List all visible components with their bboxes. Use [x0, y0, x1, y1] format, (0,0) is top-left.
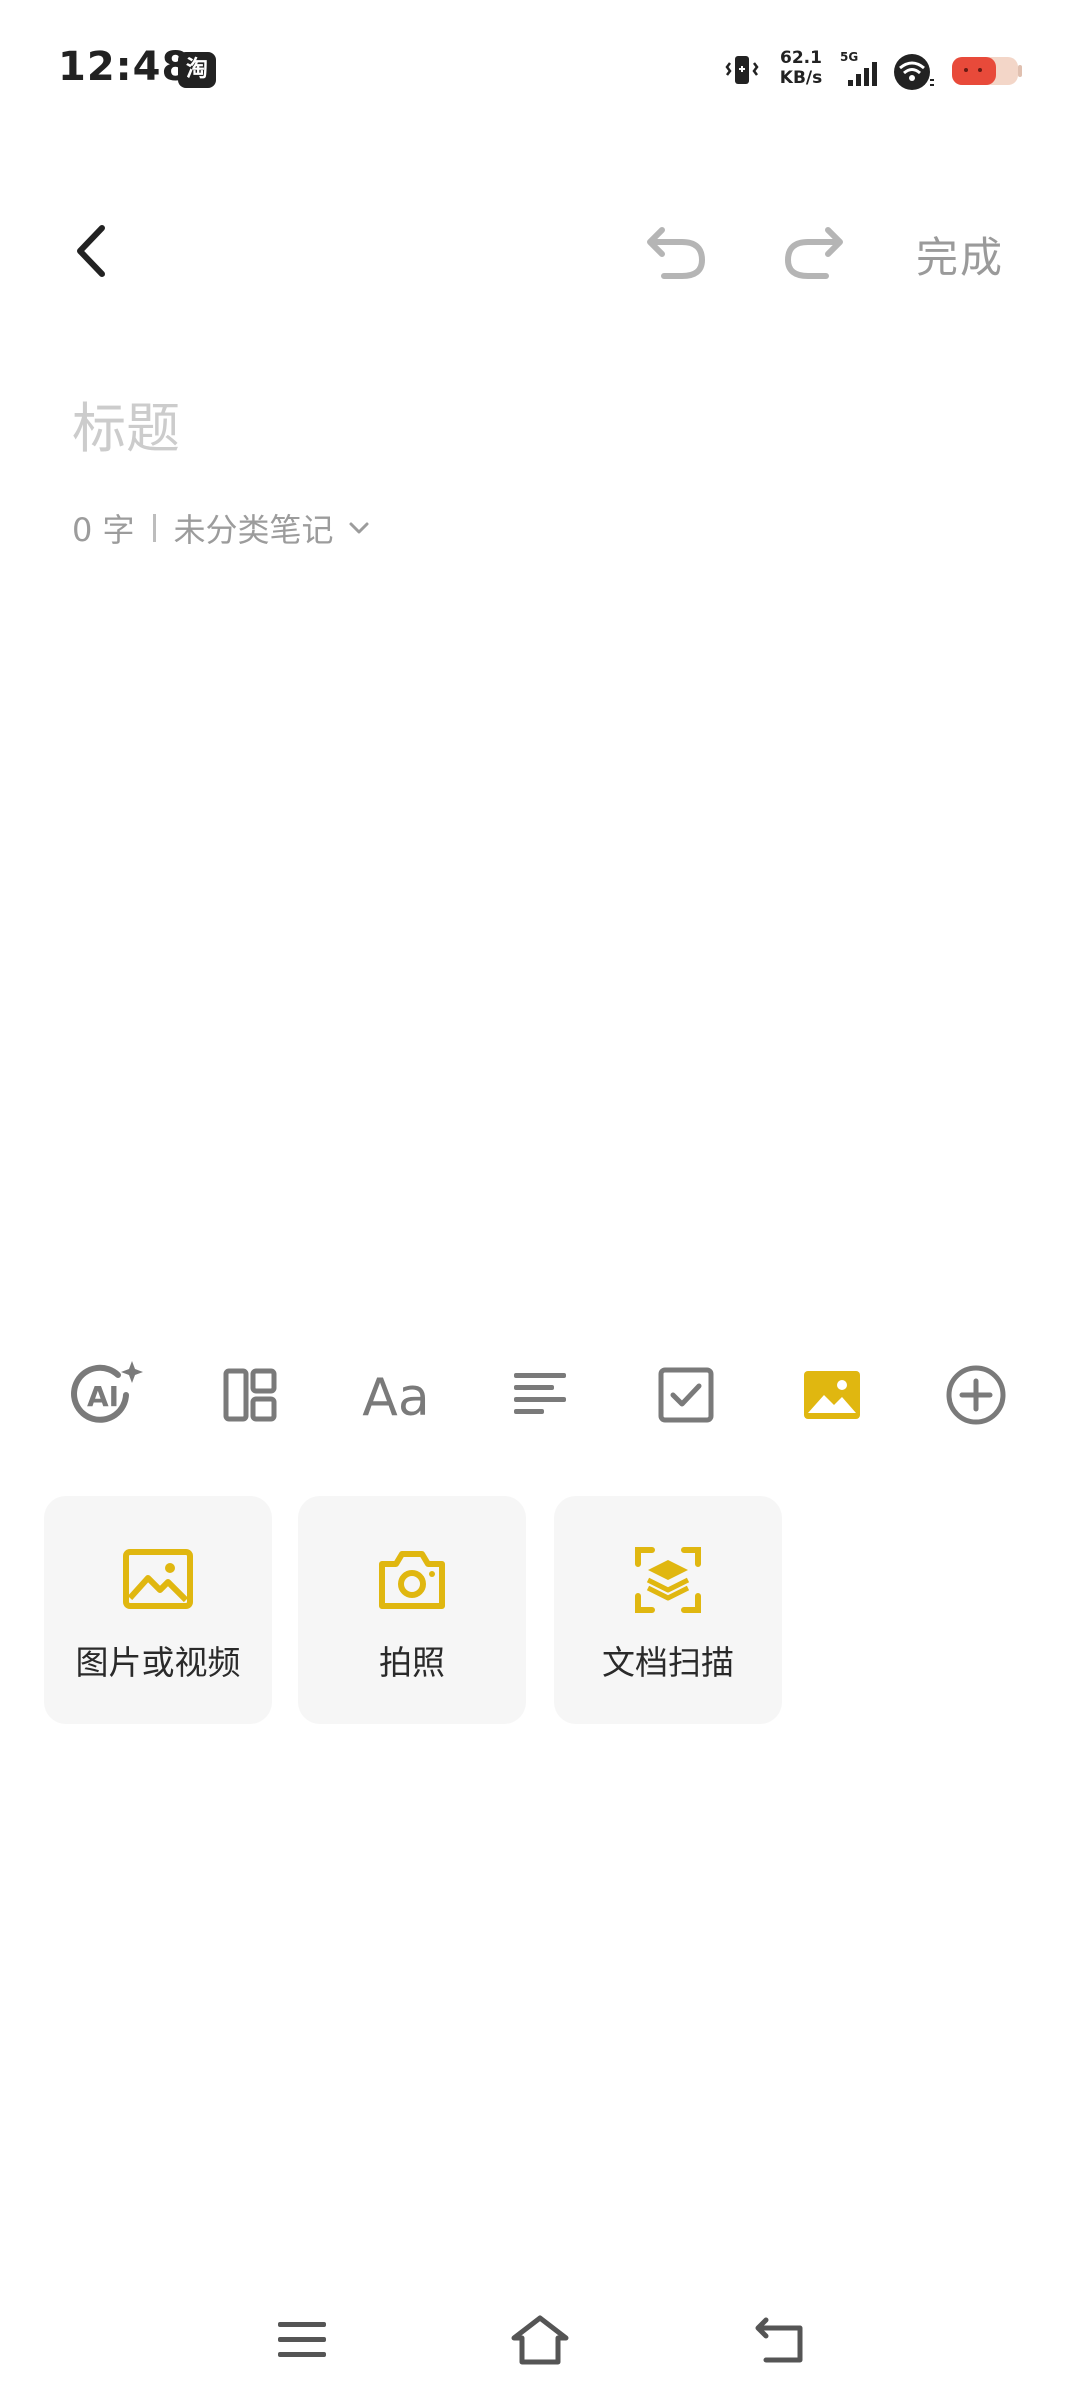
- svg-text:Aa: Aa: [362, 1368, 429, 1425]
- taobao-notification-icon: 淘: [178, 52, 216, 88]
- editor-toolbar: AI Aa: [0, 1350, 1080, 1440]
- insert-more-button[interactable]: [936, 1350, 1016, 1440]
- layout-grid-icon: [223, 1368, 277, 1422]
- note-meta-row: 0 字 未分类笔记: [72, 506, 372, 550]
- image-icon: [123, 1549, 193, 1609]
- media-option-label: 拍照: [379, 1643, 445, 1682]
- ai-sparkle-icon: AI: [71, 1361, 143, 1423]
- meta-divider: [152, 514, 156, 542]
- back-button[interactable]: [62, 216, 122, 286]
- insert-image-button[interactable]: [792, 1350, 872, 1440]
- back-nav-icon[interactable]: [750, 2308, 814, 2372]
- network-speed-unit: KB/s: [779, 68, 823, 88]
- battery-icon: [952, 57, 1022, 85]
- layout-template-button[interactable]: [210, 1350, 290, 1440]
- svg-text:AI: AI: [87, 1380, 119, 1413]
- media-option-image-video[interactable]: 图片或视频: [44, 1496, 272, 1724]
- media-option-document-scan[interactable]: 文档扫描: [554, 1496, 782, 1724]
- category-picker[interactable]: 未分类笔记: [174, 505, 372, 551]
- undo-button[interactable]: [640, 218, 712, 286]
- status-bar: 12:48 淘 62.1 KB/s 5G: [0, 0, 1080, 140]
- plus-circle-icon: [946, 1365, 1006, 1425]
- word-count: 0 字: [72, 511, 135, 549]
- network-type-label: 5G: [840, 50, 859, 64]
- checklist-button[interactable]: [646, 1350, 726, 1440]
- checkbox-icon: [658, 1367, 714, 1423]
- status-time: 12:48: [58, 44, 191, 90]
- align-left-icon: [514, 1373, 566, 1414]
- font-icon: Aa: [362, 1368, 429, 1425]
- vibrate-icon: [725, 56, 759, 84]
- redo-button[interactable]: [778, 218, 850, 286]
- media-option-label: 文档扫描: [602, 1643, 734, 1682]
- ai-assistant-button[interactable]: AI: [66, 1350, 146, 1440]
- title-input[interactable]: [72, 388, 972, 468]
- cellular-signal-icon: 5G: [840, 50, 882, 90]
- network-speed: 62.1 KB/s: [776, 48, 826, 88]
- chevron-down-icon: [349, 522, 369, 534]
- system-nav-bar: [0, 2290, 1080, 2380]
- done-button[interactable]: 完成: [916, 224, 1004, 285]
- network-speed-value: 62.1: [780, 48, 822, 68]
- camera-icon: [379, 1551, 445, 1609]
- media-option-camera[interactable]: 拍照: [298, 1496, 526, 1724]
- scan-document-icon: [635, 1547, 701, 1613]
- home-icon[interactable]: [508, 2308, 572, 2372]
- media-option-label: 图片或视频: [75, 1643, 241, 1682]
- paragraph-align-button[interactable]: [500, 1350, 580, 1440]
- wifi-icon: [894, 54, 934, 90]
- menu-icon[interactable]: [270, 2308, 334, 2372]
- category-label: 未分类笔记: [173, 511, 334, 549]
- image-icon: [804, 1371, 860, 1419]
- text-style-button[interactable]: Aa: [356, 1350, 436, 1440]
